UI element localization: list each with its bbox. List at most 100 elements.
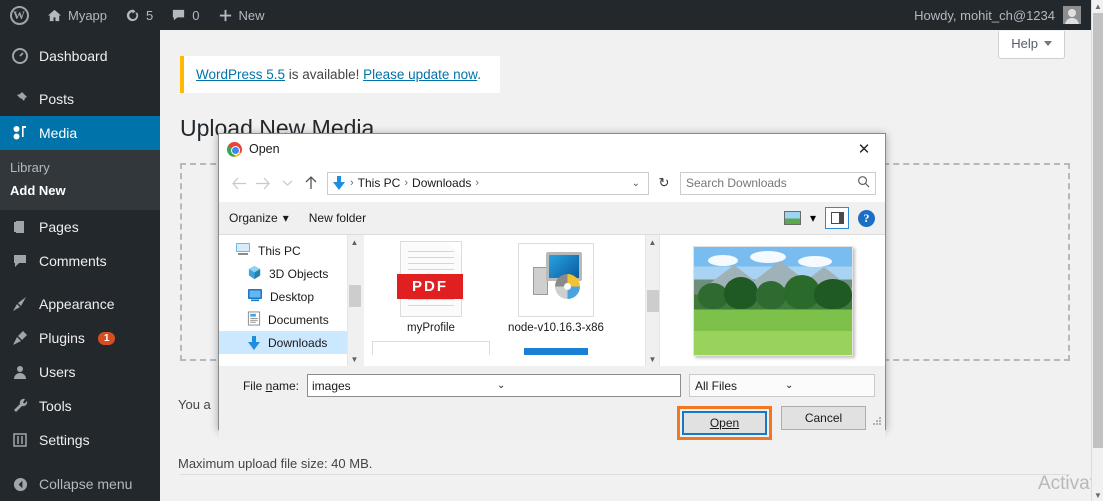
scroll-up-arrow-icon[interactable]: ▲ [348,235,361,249]
sidebar-item-comments[interactable]: Comments [0,244,160,278]
scrollbar-thumb[interactable] [1093,13,1103,448]
sidebar-item-label: Comments [39,253,107,269]
sidebar-item-settings[interactable]: Settings [0,423,160,457]
caret-down-icon[interactable]: ▾ [810,211,816,225]
scroll-up-arrow-icon[interactable]: ▲ [646,235,659,249]
tree-item-3d-objects[interactable]: 3D Objects [219,262,361,285]
new-content-label: New [238,7,265,23]
image-preview-landscape [692,245,853,356]
comments-count: 0 [192,7,200,23]
wordpress-version-link[interactable]: WordPress 5.5 [196,67,285,82]
admin-sidebar: Dashboard Posts Media Library Add New Pa… [0,30,168,501]
file-name-label: node-v10.16.3-x86 [508,322,604,334]
updates-menu[interactable]: 5 [116,0,162,30]
arrow-up-icon[interactable] [300,170,322,196]
scrollbar-thumb[interactable] [349,285,361,307]
file-grid: PDF myProfile node-v10.16.3-x86 [364,235,659,341]
sidebar-item-label: Settings [39,432,90,448]
sidebar-item-tools[interactable]: Tools [0,389,160,423]
site-name-menu[interactable]: Myapp [38,0,116,30]
user-icon [10,364,30,380]
caret-down-icon: ▾ [282,211,289,225]
avatar [1063,6,1081,24]
recent-locations-chevron-down-icon[interactable] [276,170,298,196]
chevron-down-icon[interactable]: ⌄ [491,380,676,391]
update-now-link[interactable]: Please update now [363,67,477,82]
collapse-menu-button[interactable]: Collapse menu [0,467,160,501]
breadcrumb-item-this-pc[interactable]: This PC [358,176,401,190]
file-item-myprofile[interactable]: PDF myProfile [372,241,490,335]
collapse-arrow-icon [10,477,30,492]
page-scrollbar[interactable]: ▲ ▼ [1091,0,1103,501]
sidebar-item-plugins[interactable]: Plugins 1 [0,321,160,355]
breadcrumb[interactable]: › This PC › Downloads › ⌄ [327,171,649,195]
tree-item-this-pc[interactable]: This PC [219,239,361,262]
update-notice: WordPress 5.5 is available! Please updat… [180,56,500,93]
open-button-label: Open [709,416,740,430]
account-menu[interactable]: Howdy, mohit_ch@1234 [914,6,1091,24]
organize-button[interactable]: Organize ▾ [229,211,289,225]
help-button[interactable]: Help [998,31,1065,59]
new-content-menu[interactable]: New [209,0,274,30]
help-tab-container: Help [998,31,1065,59]
sidebar-item-appearance[interactable]: Appearance [0,287,160,321]
file-list-scrollbar[interactable]: ▲ ▼ [645,235,659,366]
scroll-down-arrow-icon[interactable]: ▼ [646,352,659,366]
sidebar-item-media[interactable]: Media [0,116,168,150]
sidebar-item-label: Tools [39,398,72,414]
file-list: PDF myProfile node-v10.16.3-x86 ▲ ▼ [364,235,659,366]
file-item-partial[interactable] [497,341,615,355]
refresh-icon[interactable]: ↻ [654,175,674,191]
tree-scrollbar[interactable]: ▲ ▼ [347,235,361,366]
sidebar-subitem-add-new[interactable]: Add New [0,179,160,202]
breadcrumb-item-downloads[interactable]: Downloads [412,176,471,190]
sidebar-item-dashboard[interactable]: Dashboard [0,39,160,73]
tree-item-downloads[interactable]: Downloads [219,331,361,354]
media-icon [10,125,30,141]
home-icon [47,7,62,23]
toolbar-right-group: ▾ ? [783,207,875,229]
cancel-button[interactable]: Cancel [781,406,866,430]
wp-admin-bar: W Myapp 5 0 New Howdy, mohit_ch@1234 [0,0,1091,30]
pages-icon [10,219,30,235]
open-button-highlight: Open [677,406,772,440]
tree-item-documents[interactable]: Documents [219,308,361,331]
arrow-right-icon[interactable] [252,170,274,196]
open-button[interactable]: Open [682,411,767,435]
comments-menu[interactable]: 0 [162,0,208,30]
sidebar-subitem-library[interactable]: Library [0,156,160,179]
scrollbar-thumb[interactable] [647,290,659,312]
tree-item-label: Desktop [270,289,315,304]
sidebar-item-pages[interactable]: Pages [0,210,160,244]
sidebar-item-posts[interactable]: Posts [0,82,160,116]
arrow-left-icon[interactable] [228,170,250,196]
sidebar-item-users[interactable]: Users [0,355,160,389]
filetype-select[interactable]: All Files ⌄ [689,374,875,397]
help-icon[interactable]: ? [858,209,875,227]
max-upload-size-text: Maximum upload file size: 40 MB. [178,456,373,471]
comment-bubble-icon [171,7,186,23]
view-options-icon[interactable] [783,211,801,225]
scroll-up-arrow-icon[interactable]: ▲ [1092,0,1103,12]
filename-input[interactable]: images ⌄ [307,374,681,397]
file-item-node-installer[interactable]: node-v10.16.3-x86 [497,241,615,335]
search-icon [857,175,870,191]
wrench-icon [10,398,30,414]
close-icon[interactable]: ✕ [843,134,885,164]
media-submenu: Library Add New [0,150,160,210]
dialog-titlebar: Open ✕ [219,134,885,164]
breadcrumb-chevron-down-icon[interactable]: ⌄ [628,178,644,189]
resize-grip-icon[interactable] [872,417,882,427]
sidebar-item-label: Dashboard [39,48,108,64]
wordpress-logo-icon[interactable]: W [0,0,38,30]
file-item-partial[interactable] [372,341,490,355]
tree-item-label: Downloads [268,335,328,350]
pin-icon [10,91,30,107]
preview-pane-icon[interactable] [825,207,849,229]
scroll-down-arrow-icon[interactable]: ▼ [1092,489,1103,501]
search-input[interactable]: Search Downloads [680,171,876,195]
dialog-body: This PC 3D Objects Desktop Documents Dow… [219,235,885,366]
new-folder-button[interactable]: New folder [309,211,366,225]
tree-item-desktop[interactable]: Desktop [219,285,361,308]
scroll-down-arrow-icon[interactable]: ▼ [348,352,361,366]
